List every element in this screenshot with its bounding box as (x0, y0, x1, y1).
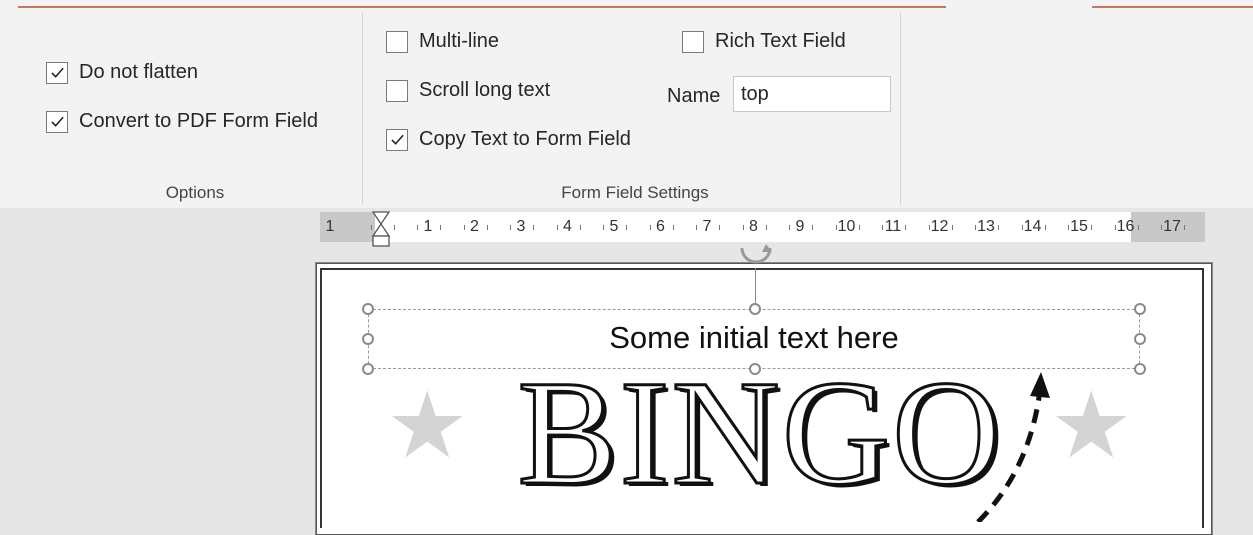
convert-to-pdf-form-field-checkbox[interactable]: Convert to PDF Form Field (46, 110, 318, 133)
ruler-number: 8 (749, 218, 758, 235)
ruler-tick (1044, 225, 1046, 230)
ruler-number: 5 (609, 218, 619, 235)
name-input[interactable] (733, 76, 891, 112)
ruler-number: 6 (656, 218, 665, 235)
ruler-tick (1114, 225, 1116, 230)
ruler-tick (905, 225, 907, 230)
checkmark-icon (50, 67, 64, 78)
group-separator (362, 12, 363, 205)
checkbox-box[interactable] (682, 30, 704, 53)
ruler-tick (649, 225, 651, 230)
ruler-tick (393, 225, 395, 230)
do-not-flatten-label: Do not flatten (79, 61, 198, 83)
rich-text-field-checkbox[interactable]: Rich Text Field (682, 30, 846, 53)
checkbox-box[interactable] (386, 79, 408, 102)
ruler-tick (765, 225, 767, 230)
ruler-number: 12 (930, 218, 949, 235)
indent-marker-icon[interactable] (370, 210, 392, 254)
form-field-settings-group-label: Form Field Settings (561, 183, 709, 202)
multi-line-checkbox[interactable]: Multi-line (386, 30, 499, 53)
rotate-handle-stem (755, 268, 756, 303)
ruler-tick (975, 225, 977, 230)
text-box-content[interactable]: Some initial text here (368, 320, 1140, 356)
ruler-tick (440, 225, 442, 230)
ruler-tick (951, 225, 953, 230)
ruler-number: 15 (1070, 218, 1088, 235)
resize-handle-bottom-center[interactable] (749, 363, 761, 375)
ruler-tick (556, 225, 558, 230)
ruler-tick (1184, 225, 1186, 230)
rich-text-field-label: Rich Text Field (715, 30, 846, 52)
ruler-tick (882, 225, 884, 230)
ruler-tick (1091, 225, 1093, 230)
ruler-tick (1021, 225, 1023, 230)
ruler-tick (789, 225, 791, 230)
ruler-number: 2 (470, 218, 479, 235)
ruler-number: 17 (1163, 218, 1181, 235)
ruler-number: 4 (563, 218, 572, 235)
ruler-tick (812, 225, 814, 230)
ruler-number: 11 (884, 218, 902, 235)
ruler-tick (1068, 225, 1070, 230)
ruler-tick (998, 225, 1000, 230)
resize-handle-top-left[interactable] (362, 303, 374, 315)
ruler-number: 1 (325, 218, 335, 235)
ribbon-accent-line (18, 6, 946, 8)
copy-text-to-form-field-label: Copy Text to Form Field (419, 128, 631, 150)
ruler-tick (835, 225, 837, 230)
ruler-tick (672, 225, 674, 230)
dashed-arrow-icon (976, 372, 1050, 522)
ruler-tick (858, 225, 860, 230)
checkbox-box[interactable] (46, 110, 68, 133)
resize-handle-top-center[interactable] (749, 303, 761, 315)
horizontal-ruler[interactable]: 1 1 2 3 4 5 6 7 8 9 10 11 12 13 14 15 16 17 (320, 212, 1205, 242)
ruler-tick (1161, 225, 1163, 230)
ruler-tick (719, 225, 721, 230)
resize-handle-top-right[interactable] (1134, 303, 1146, 315)
copy-text-to-form-field-checkbox[interactable]: Copy Text to Form Field (386, 128, 631, 151)
ruler-number: 9 (795, 218, 805, 235)
scroll-long-text-label: Scroll long text (419, 79, 551, 101)
ruler-tick (603, 225, 605, 230)
ruler-number: 3 (516, 218, 526, 235)
ruler-number: 10 (837, 218, 856, 235)
ruler-tick (696, 225, 698, 230)
ruler-tick (626, 225, 628, 230)
ribbon: Do not flatten Convert to PDF Form Field… (0, 0, 1253, 208)
convert-to-pdf-form-field-label: Convert to PDF Form Field (79, 110, 318, 132)
group-separator (900, 12, 901, 205)
ruler-tick (928, 225, 930, 230)
ruler-tick (742, 225, 744, 230)
ruler-number: 13 (977, 218, 995, 235)
checkbox-box[interactable] (386, 128, 408, 151)
resize-handle-bottom-left[interactable] (362, 363, 374, 375)
ruler-tick (510, 225, 512, 230)
checkbox-box[interactable] (46, 61, 68, 84)
rotate-handle-icon[interactable] (736, 244, 776, 268)
checkmark-icon (50, 116, 64, 127)
multi-line-label: Multi-line (419, 30, 500, 52)
resize-handle-middle-left[interactable] (362, 333, 374, 345)
ruler-tick (579, 225, 581, 230)
ruler-number: 1 (423, 218, 433, 235)
resize-handle-middle-right[interactable] (1134, 333, 1146, 345)
ribbon-accent-line-right (1092, 6, 1253, 8)
ruler-number: 16 (1116, 218, 1135, 235)
ruler-number: 7 (702, 218, 712, 235)
name-field-label: Name (667, 85, 721, 107)
checkmark-icon (390, 134, 404, 145)
do-not-flatten-checkbox[interactable]: Do not flatten (46, 61, 198, 84)
ruler-tick (486, 225, 488, 230)
scroll-long-text-checkbox[interactable]: Scroll long text (386, 79, 550, 102)
ruler-tick (533, 225, 535, 230)
ruler-tick (1137, 225, 1139, 230)
ruler-tick (417, 225, 419, 230)
ruler-tick (463, 225, 465, 230)
ruler-number: 14 (1023, 218, 1042, 235)
checkbox-box[interactable] (386, 30, 408, 53)
options-group-label: Options (165, 183, 225, 202)
resize-handle-bottom-right[interactable] (1134, 363, 1146, 375)
